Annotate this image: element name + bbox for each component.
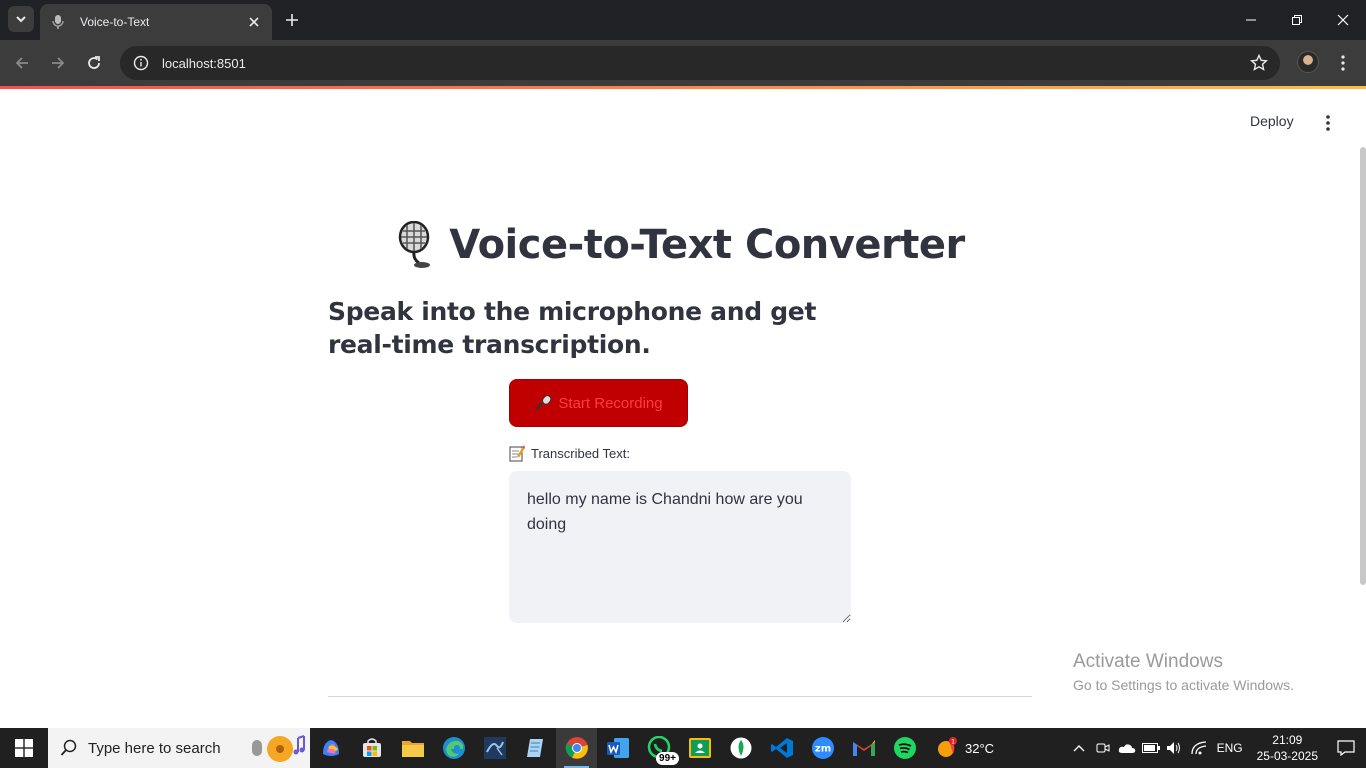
url-text: localhost:8501 bbox=[162, 55, 246, 71]
page-subtitle: Speak into the microphone and get real-t… bbox=[328, 297, 817, 359]
watermark-subtitle: Go to Settings to activate Windows. bbox=[1073, 677, 1294, 693]
new-tab-icon[interactable] bbox=[282, 10, 302, 30]
microphone-favicon-icon bbox=[50, 14, 66, 30]
chevron-down-icon bbox=[16, 16, 26, 23]
tab-title: Voice-to-Text bbox=[80, 15, 150, 29]
edge-icon[interactable] bbox=[433, 728, 474, 768]
search-icon bbox=[60, 739, 77, 756]
vscode-icon[interactable] bbox=[761, 728, 802, 768]
chrome-icon[interactable] bbox=[556, 728, 597, 768]
wifi-icon[interactable] bbox=[1187, 728, 1211, 768]
zoom-icon[interactable]: zm bbox=[802, 728, 843, 768]
forward-arrow-icon[interactable] bbox=[46, 51, 70, 75]
windows-taskbar: Type here to search 99+ zm 1 32°C ENG 21… bbox=[0, 728, 1366, 768]
microphone-icon bbox=[535, 395, 552, 411]
battery-icon[interactable] bbox=[1139, 728, 1163, 768]
volume-icon[interactable] bbox=[1163, 728, 1187, 768]
weather-widget[interactable]: 1 32°C bbox=[935, 736, 994, 760]
restore-icon[interactable] bbox=[1274, 0, 1320, 40]
browser-tabbar: Voice-to-Text bbox=[0, 0, 1366, 40]
weather-temperature: 32°C bbox=[965, 740, 995, 756]
deploy-button[interactable]: Deploy bbox=[1250, 113, 1294, 129]
app-page: Deploy Voice-to-Text Converter Speak int… bbox=[0, 89, 1366, 728]
whatsapp-icon[interactable]: 99+ bbox=[638, 728, 679, 768]
gmail-icon[interactable] bbox=[843, 728, 884, 768]
google-classroom-icon[interactable] bbox=[679, 728, 720, 768]
windows-start-icon[interactable] bbox=[0, 728, 48, 768]
transcribed-text-label-text: Transcribed Text: bbox=[531, 446, 630, 461]
weather-sun-icon: 1 bbox=[938, 737, 957, 757]
memo-icon bbox=[509, 445, 525, 462]
start-recording-button[interactable]: Start Recording bbox=[509, 379, 688, 427]
svg-text:1: 1 bbox=[951, 739, 955, 746]
profile-avatar[interactable] bbox=[1297, 51, 1319, 73]
site-info-icon[interactable] bbox=[132, 54, 150, 72]
taskbar-search-box[interactable]: Type here to search bbox=[48, 728, 310, 768]
search-placeholder: Type here to search bbox=[88, 739, 221, 757]
mongodb-icon[interactable] bbox=[720, 728, 761, 768]
browser-tab[interactable]: Voice-to-Text bbox=[40, 4, 272, 40]
page-title-row: Voice-to-Text Converter bbox=[328, 221, 1032, 269]
page-scrollbar[interactable] bbox=[1360, 147, 1366, 585]
tab-list-button[interactable] bbox=[8, 6, 34, 32]
activate-windows-watermark: Activate Windows Go to Settings to activ… bbox=[1073, 651, 1294, 693]
window-controls bbox=[1228, 0, 1366, 40]
word-icon[interactable] bbox=[597, 728, 638, 768]
transcribed-text-area[interactable]: hello my name is Chandni how are you doi… bbox=[509, 471, 851, 623]
browser-menu-icon[interactable] bbox=[1334, 51, 1352, 75]
whatsapp-unread-badge: 99+ bbox=[656, 752, 679, 765]
notepad-icon[interactable] bbox=[515, 728, 556, 768]
start-recording-label: Start Recording bbox=[558, 394, 663, 412]
page-title: Voice-to-Text Converter bbox=[449, 222, 965, 268]
back-arrow-icon[interactable] bbox=[10, 51, 34, 75]
search-highlight-art-icon bbox=[252, 735, 305, 762]
browser-toolbar: localhost:8501 bbox=[0, 40, 1366, 86]
reload-icon[interactable] bbox=[82, 51, 106, 75]
system-tray: ENG 21:09 25-03-2025 bbox=[1067, 728, 1366, 768]
divider bbox=[328, 696, 1032, 697]
notification-icon[interactable] bbox=[1326, 728, 1366, 768]
file-explorer-icon[interactable] bbox=[392, 728, 433, 768]
watermark-title: Activate Windows bbox=[1073, 651, 1223, 672]
spotify-icon[interactable] bbox=[884, 728, 925, 768]
clock-date: 25-03-2025 bbox=[1256, 749, 1318, 763]
address-bar[interactable]: localhost:8501 bbox=[120, 46, 1280, 80]
close-window-icon[interactable] bbox=[1320, 0, 1366, 40]
studio-microphone-icon bbox=[399, 221, 431, 268]
meet-now-icon[interactable] bbox=[1091, 728, 1115, 768]
transcribed-text-label: Transcribed Text: bbox=[509, 445, 630, 462]
taskbar-clock[interactable]: 21:09 25-03-2025 bbox=[1257, 732, 1318, 764]
clock-time: 21:09 bbox=[1272, 733, 1303, 747]
svg-text:zm: zm bbox=[814, 744, 830, 755]
chevron-up-icon[interactable] bbox=[1067, 728, 1091, 768]
main-menu-icon[interactable] bbox=[1318, 113, 1338, 133]
store-icon[interactable] bbox=[351, 728, 392, 768]
close-tab-icon[interactable] bbox=[246, 14, 262, 30]
language-indicator[interactable]: ENG bbox=[1217, 741, 1243, 755]
mysql-workbench-icon[interactable] bbox=[474, 728, 515, 768]
bookmark-star-icon[interactable] bbox=[1250, 54, 1268, 72]
minimize-icon[interactable] bbox=[1228, 0, 1274, 40]
onedrive-cloud-icon[interactable] bbox=[1115, 728, 1139, 768]
copilot-icon[interactable] bbox=[310, 728, 351, 768]
